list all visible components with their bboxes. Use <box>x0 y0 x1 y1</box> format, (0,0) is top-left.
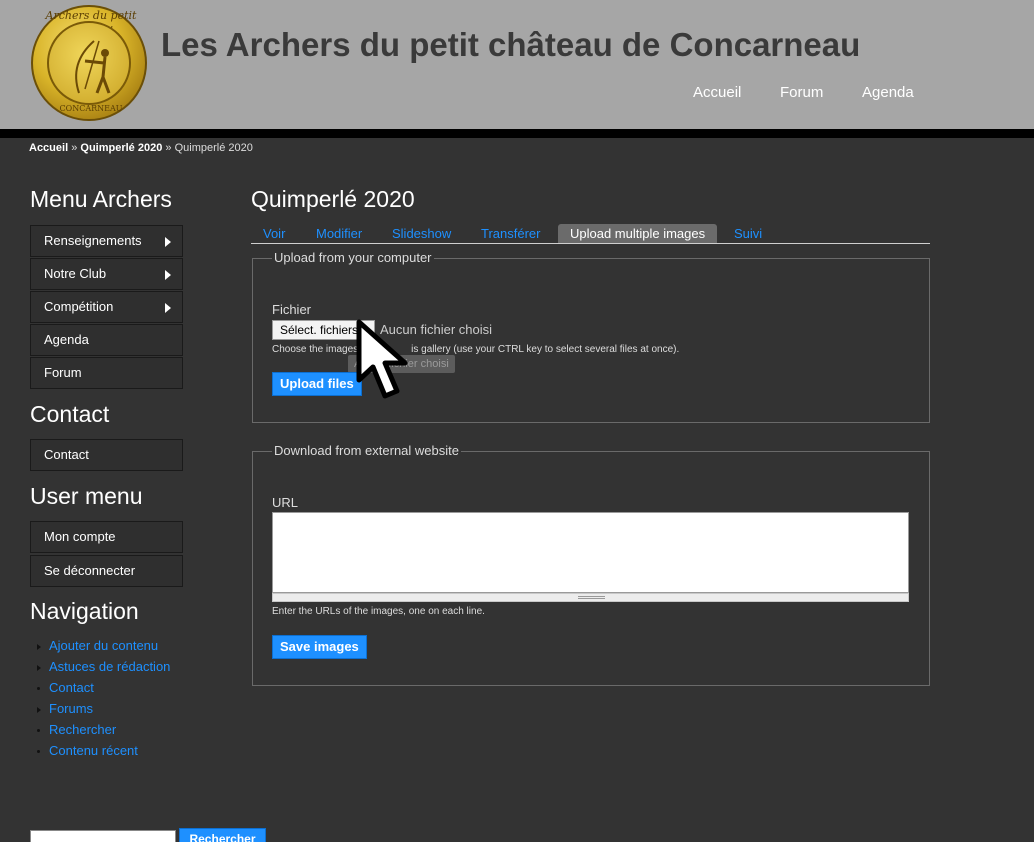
archer-emblem <box>47 21 131 105</box>
tab-bar: Voir Modifier Slideshow Transférer Uploa… <box>251 224 930 244</box>
chevron-right-icon <box>165 303 171 313</box>
breadcrumb: Accueil » Quimperlé 2020 » Quimperlé 202… <box>29 142 253 154</box>
upload-help-left: Choose the images <box>272 344 359 355</box>
upload-files-button[interactable]: Upload files <box>272 372 362 396</box>
sidebar-item-label: Forum <box>44 365 82 380</box>
sidebar-item-agenda[interactable]: Agenda <box>30 324 183 356</box>
sidebar-item-mon-compte[interactable]: Mon compte <box>30 521 183 553</box>
menu-archers-heading: Menu Archers <box>30 186 172 212</box>
club-logo[interactable]: Archers du petit château CONCARNEAU <box>31 5 147 121</box>
chevron-right-icon <box>165 270 171 280</box>
sidebar-item-forum[interactable]: Forum <box>30 357 183 389</box>
page-title: Quimperlé 2020 <box>251 186 415 212</box>
breadcrumb-separator: » <box>165 142 172 154</box>
dot-bullet-icon <box>37 729 40 733</box>
tab-transferer[interactable]: Transférer <box>481 224 540 243</box>
topnav-agenda[interactable]: Agenda <box>862 84 914 101</box>
grip-lines-icon <box>578 596 605 599</box>
tab-slideshow[interactable]: Slideshow <box>392 224 451 243</box>
triangle-bullet-icon <box>37 706 41 713</box>
topnav-forum[interactable]: Forum <box>780 84 823 101</box>
tab-modifier[interactable]: Modifier <box>316 224 362 243</box>
sidebar-item-notre-club[interactable]: Notre Club <box>30 258 183 290</box>
nav-link-astuces[interactable]: Astuces de rédaction <box>37 659 170 674</box>
sidebar-item-label: Se déconnecter <box>44 563 136 578</box>
topnav-accueil[interactable]: Accueil <box>693 84 741 101</box>
user-menu-heading: User menu <box>30 483 143 509</box>
nav-link-label: Rechercher <box>49 722 117 737</box>
logo-text-bottom: CONCARNEAU <box>59 104 123 113</box>
nav-link-label: Astuces de rédaction <box>49 659 171 674</box>
site-header: Archers du petit château CONCARNEAU Les … <box>0 0 1034 129</box>
nav-link-label: Contenu récent <box>49 743 138 758</box>
upload-help-text: Choose the images is gallery (use your CT… <box>272 344 679 355</box>
nav-link-label: Ajouter du contenu <box>49 638 159 653</box>
breadcrumb-current: Quimperlé 2020 <box>174 142 253 154</box>
file-field-label: Fichier <box>272 302 312 317</box>
textarea-grippie[interactable] <box>272 593 909 602</box>
dot-bullet-icon <box>37 750 40 754</box>
tab-voir[interactable]: Voir <box>263 224 285 243</box>
sidebar-item-label: Contact <box>44 447 89 462</box>
nav-link-rechercher[interactable]: Rechercher <box>37 722 116 737</box>
search-input[interactable] <box>30 830 176 842</box>
nav-link-forums[interactable]: Forums <box>37 701 93 716</box>
sidebar-item-label: Renseignements <box>44 233 142 248</box>
chevron-right-icon <box>165 237 171 247</box>
nav-link-label: Contact <box>49 680 94 695</box>
url-textarea[interactable] <box>272 512 909 593</box>
url-field-label: URL <box>272 495 299 510</box>
mouse-pointer-icon <box>356 319 408 399</box>
breadcrumb-gallery[interactable]: Quimperlé 2020 <box>80 142 162 154</box>
nav-link-contact[interactable]: Contact <box>37 680 94 695</box>
nav-link-contenu-recent[interactable]: Contenu récent <box>37 743 138 758</box>
tab-upload-multiple-images[interactable]: Upload multiple images <box>558 224 718 243</box>
nav-link-label: Forums <box>49 701 94 716</box>
upload-legend: Upload from your computer <box>272 250 434 265</box>
sidebar-item-label: Compétition <box>44 299 114 314</box>
contact-heading: Contact <box>30 401 110 427</box>
upload-fieldset: Upload from your computer Fichier Sélect… <box>252 250 930 423</box>
sidebar-item-contact[interactable]: Contact <box>30 439 183 471</box>
header-divider <box>0 129 1034 138</box>
sidebar-item-competition[interactable]: Compétition <box>30 291 183 323</box>
url-help-text: Enter the URLs of the images, one on eac… <box>272 606 485 617</box>
search-button[interactable]: Rechercher <box>179 828 266 842</box>
sidebar-item-logout[interactable]: Se déconnecter <box>30 555 183 587</box>
download-legend: Download from external website <box>272 443 461 458</box>
download-fieldset: Download from external website URL Enter… <box>252 443 930 686</box>
triangle-bullet-icon <box>37 664 41 671</box>
upload-help-right: is gallery (use your CTRL key to select … <box>411 344 680 355</box>
save-images-button[interactable]: Save images <box>272 635 367 659</box>
breadcrumb-separator: » <box>71 142 78 154</box>
navigation-heading: Navigation <box>30 598 139 624</box>
dot-bullet-icon <box>37 687 40 691</box>
sidebar-item-renseignements[interactable]: Renseignements <box>30 225 183 257</box>
triangle-bullet-icon <box>37 643 41 650</box>
site-title[interactable]: Les Archers du petit château de Concarne… <box>161 26 860 64</box>
sidebar-item-label: Agenda <box>44 332 89 347</box>
tab-suivi[interactable]: Suivi <box>734 224 762 243</box>
nav-link-ajouter-contenu[interactable]: Ajouter du contenu <box>37 638 158 653</box>
sidebar-item-label: Mon compte <box>44 529 116 544</box>
breadcrumb-home[interactable]: Accueil <box>29 142 68 154</box>
sidebar-item-label: Notre Club <box>44 266 107 281</box>
